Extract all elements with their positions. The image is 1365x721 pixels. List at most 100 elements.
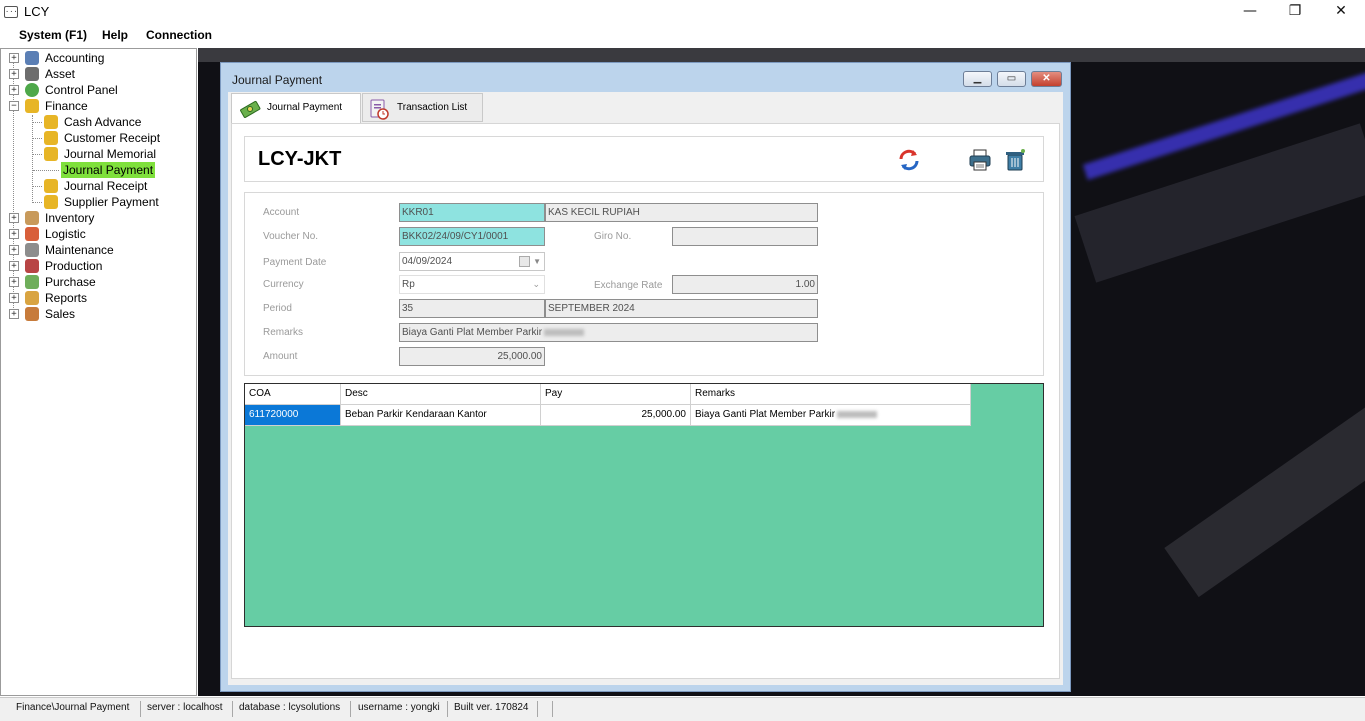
- refresh-icon[interactable]: [896, 147, 922, 173]
- expand-icon[interactable]: +: [9, 213, 19, 223]
- tree-label: Control Panel: [45, 83, 118, 97]
- period-label: Period: [263, 303, 292, 314]
- tree-label: Cash Advance: [64, 115, 142, 129]
- exchange-rate-field[interactable]: 1.00: [672, 275, 818, 294]
- tree-item-control-panel[interactable]: + Control Panel: [1, 82, 197, 98]
- factory-icon: [25, 259, 39, 273]
- tree-item-supplier-payment[interactable]: Supplier Payment: [1, 194, 197, 210]
- tree-label: Customer Receipt: [64, 131, 161, 145]
- voucher-no-field[interactable]: BKK02/24/09/CY1/0001: [399, 227, 545, 246]
- status-separator: [140, 701, 141, 717]
- chevron-down-icon[interactable]: ⌄: [532, 276, 540, 293]
- expand-icon[interactable]: +: [9, 53, 19, 63]
- currency-select[interactable]: Rp ⌄: [399, 275, 545, 294]
- delete-icon[interactable]: [1002, 147, 1028, 173]
- tree-item-inventory[interactable]: + Inventory: [1, 210, 197, 226]
- status-path: Finance\Journal Payment: [16, 702, 130, 713]
- tree-label: Journal Receipt: [64, 179, 148, 193]
- expand-icon[interactable]: +: [9, 245, 19, 255]
- sales-icon: [25, 307, 39, 321]
- cell-coa[interactable]: 611720000: [245, 405, 341, 426]
- chevron-down-icon[interactable]: ▼: [533, 253, 541, 270]
- collapse-icon[interactable]: −: [9, 101, 19, 111]
- expand-icon[interactable]: +: [9, 309, 19, 319]
- tree-item-sales[interactable]: + Sales: [1, 306, 197, 322]
- tree-label: Supplier Payment: [64, 195, 159, 209]
- status-bar: Finance\Journal Payment server : localho…: [0, 697, 1365, 721]
- tree-item-journal-receipt[interactable]: Journal Receipt: [1, 178, 197, 194]
- tree-item-customer-receipt[interactable]: Customer Receipt: [1, 130, 197, 146]
- child-close-button[interactable]: ✕: [1031, 71, 1062, 87]
- tree-item-purchase[interactable]: + Purchase: [1, 274, 197, 290]
- tree-item-maintenance[interactable]: + Maintenance: [1, 242, 197, 258]
- maximize-button[interactable]: ❐: [1272, 0, 1318, 24]
- column-header-remarks[interactable]: Remarks: [691, 384, 971, 405]
- tab-journal-payment[interactable]: Journal Payment: [231, 93, 361, 124]
- cell-remarks[interactable]: Biaya Ganti Plat Member Parkir: [691, 405, 971, 426]
- bg-decoration: [1164, 398, 1365, 598]
- expand-icon[interactable]: +: [9, 261, 19, 271]
- calendar-icon[interactable]: [519, 256, 530, 267]
- app-icon: ···: [4, 6, 18, 18]
- menu-help[interactable]: Help: [102, 28, 128, 42]
- title-bar: ··· LCY — ❐ ✕: [0, 0, 1365, 24]
- tree-item-finance[interactable]: − Finance: [1, 98, 197, 114]
- tree-item-reports[interactable]: + Reports: [1, 290, 197, 306]
- tree-label: Inventory: [45, 211, 95, 225]
- menu-connection[interactable]: Connection: [146, 28, 212, 42]
- expand-icon[interactable]: +: [9, 85, 19, 95]
- column-header-desc[interactable]: Desc: [341, 384, 541, 405]
- tab-label: Transaction List: [397, 102, 468, 113]
- tree-item-journal-memorial[interactable]: Journal Memorial: [1, 146, 197, 162]
- column-header-coa[interactable]: COA: [245, 384, 341, 405]
- print-icon[interactable]: [967, 147, 993, 173]
- cell-desc[interactable]: Beban Parkir Kendaraan Kantor: [341, 405, 541, 426]
- tree-label: Maintenance: [45, 243, 114, 257]
- voucher-label: Voucher No.: [263, 231, 319, 242]
- minimize-button[interactable]: —: [1227, 0, 1273, 24]
- wrench-icon: [25, 243, 39, 257]
- payment-date-field[interactable]: 04/09/2024 ▼: [399, 252, 545, 271]
- expand-icon[interactable]: +: [9, 277, 19, 287]
- tree-item-accounting[interactable]: + Accounting: [1, 50, 197, 66]
- tree-item-logistic[interactable]: + Logistic: [1, 226, 197, 242]
- tree-item-asset[interactable]: + Asset: [1, 66, 197, 82]
- tree-label: Finance: [45, 99, 88, 113]
- money-bag-icon: [44, 147, 58, 161]
- cart-icon: [25, 275, 39, 289]
- close-button[interactable]: ✕: [1318, 0, 1364, 24]
- expand-icon[interactable]: +: [9, 293, 19, 303]
- tab-content: LCY-JKT Account KKR01 KAS KECIL RUPIAH V…: [231, 123, 1060, 679]
- giro-no-field[interactable]: [672, 227, 818, 246]
- column-header-pay[interactable]: Pay: [541, 384, 691, 405]
- tree-item-cash-advance[interactable]: Cash Advance: [1, 114, 197, 130]
- cell-pay[interactable]: 25,000.00: [541, 405, 691, 426]
- account-code-field[interactable]: KKR01: [399, 203, 545, 222]
- amount-field: 25,000.00: [399, 347, 545, 366]
- status-separator: [552, 701, 553, 717]
- money-bag-icon: [44, 195, 58, 209]
- currency-label: Currency: [263, 279, 304, 290]
- period-name-field: SEPTEMBER 2024: [545, 299, 818, 318]
- truck-icon: [25, 227, 39, 241]
- status-build: Built ver. 170824: [454, 702, 529, 713]
- expand-icon[interactable]: +: [9, 69, 19, 79]
- window-title: Journal Payment: [232, 73, 323, 87]
- status-server: server : localhost: [147, 702, 223, 713]
- window-client-area: Journal Payment Transaction List LCY-JKT: [228, 92, 1063, 685]
- tree-label: Accounting: [45, 51, 105, 65]
- status-separator: [447, 701, 448, 717]
- gear-icon: [25, 83, 39, 97]
- money-icon: [240, 100, 261, 118]
- expand-icon[interactable]: +: [9, 229, 19, 239]
- menu-system[interactable]: System (F1): [19, 28, 87, 42]
- asset-icon: [25, 67, 39, 81]
- tab-transaction-list[interactable]: Transaction List: [362, 93, 483, 122]
- bg-decoration: [198, 48, 1365, 62]
- remarks-field[interactable]: Biaya Ganti Plat Member Parkir: [399, 323, 818, 342]
- tree-item-journal-payment[interactable]: Journal Payment: [1, 162, 197, 178]
- tree-item-production[interactable]: + Production: [1, 258, 197, 274]
- child-minimize-button[interactable]: ▁: [963, 71, 992, 87]
- money-bag-icon: [44, 179, 58, 193]
- child-restore-button[interactable]: ▭: [997, 71, 1026, 87]
